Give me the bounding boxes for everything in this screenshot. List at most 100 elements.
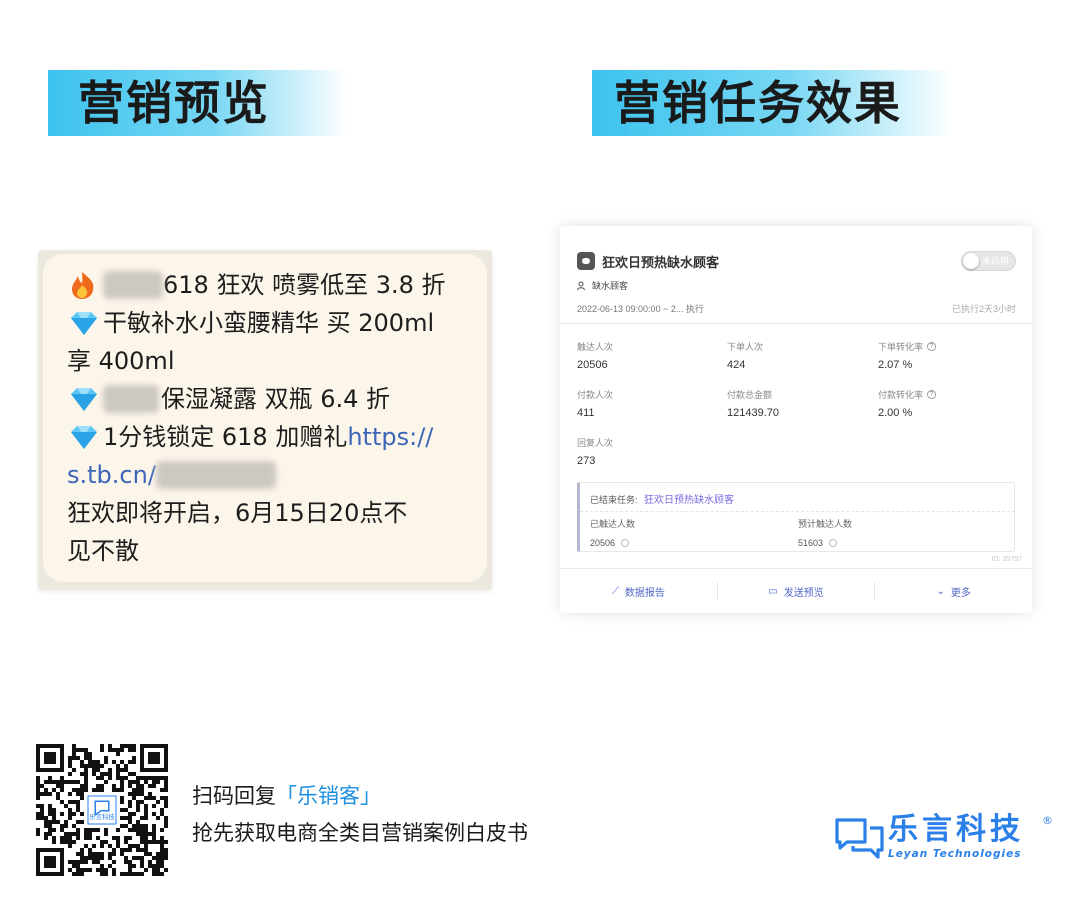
qr-module — [140, 860, 144, 864]
metric-label: 付款转化率 — [878, 390, 924, 400]
section-title-preview: 营销预览 — [78, 76, 270, 130]
qr-module — [112, 788, 116, 792]
qr-module — [160, 852, 164, 856]
qr-module — [100, 868, 104, 872]
qr-module — [68, 764, 72, 768]
ended-expected: 预计触达人数 51603 — [798, 517, 852, 548]
qr-module — [100, 872, 104, 876]
qr-module — [120, 800, 124, 804]
qr-center-label: 乐言科技 — [89, 812, 115, 821]
qr-module — [84, 756, 88, 760]
qr-module — [132, 856, 136, 860]
data-report-button[interactable]: ⟋ 数据报告 — [560, 582, 717, 600]
qr-module — [60, 784, 64, 788]
qr-module — [40, 804, 44, 808]
qr-module — [36, 776, 40, 780]
qr-module — [60, 800, 64, 804]
qr-module — [100, 840, 104, 844]
qr-module — [160, 796, 164, 800]
qr-module — [148, 776, 152, 780]
qr-module — [88, 764, 92, 768]
qr-module — [156, 868, 160, 872]
qr-module — [76, 852, 80, 856]
qr-module — [104, 780, 108, 784]
qr-module — [84, 768, 88, 772]
sms-link[interactable]: s.tb.cn/ — [67, 456, 156, 494]
qr-module — [60, 836, 64, 840]
qr-module — [72, 872, 76, 876]
sms-text: 干敏补水小蛮腰精华 买 200ml — [103, 309, 435, 337]
qr-module — [156, 860, 160, 864]
qr-module — [144, 848, 148, 852]
more-button[interactable]: ⌄ 更多 — [874, 582, 1032, 600]
send-preview-button[interactable]: ▭ 发送预览 — [716, 582, 875, 600]
qr-module — [152, 840, 156, 844]
qr-module — [136, 844, 140, 848]
qr-module — [136, 872, 140, 876]
qr-module — [100, 776, 104, 780]
qr-module — [76, 808, 80, 812]
qr-module — [84, 776, 88, 780]
qr-module — [164, 788, 168, 792]
qr-module — [40, 812, 44, 816]
qr-module — [136, 780, 140, 784]
qr-module — [80, 788, 84, 792]
qr-module — [64, 780, 68, 784]
qr-module — [116, 844, 120, 848]
qr-module — [128, 868, 132, 872]
qr-module — [132, 788, 136, 792]
qr-module — [88, 828, 92, 832]
qr-module — [104, 760, 108, 764]
qr-module — [96, 860, 100, 864]
qr-module — [84, 764, 88, 768]
qr-module — [136, 832, 140, 836]
qr-module — [128, 844, 132, 848]
qr-module — [164, 804, 168, 808]
qr-module — [88, 848, 92, 852]
ended-task-link[interactable]: 狂欢日预热缺水顾客 — [644, 495, 734, 506]
qr-module — [84, 780, 88, 784]
qr-module — [128, 812, 132, 816]
qr-module — [164, 868, 168, 872]
qr-module — [92, 856, 96, 860]
qr-module — [152, 868, 156, 872]
qr-module — [52, 820, 56, 824]
qr-module — [144, 816, 148, 820]
qr-module — [128, 784, 132, 788]
data-report-label: 数据报告 — [624, 587, 665, 599]
qr-module — [132, 796, 136, 800]
sms-link[interactable]: https:// — [347, 418, 433, 456]
qr-module — [128, 772, 132, 776]
qr-module — [36, 828, 40, 832]
qr-module — [124, 836, 128, 840]
qr-module — [120, 872, 124, 876]
qr-module — [52, 828, 56, 832]
qr-module — [120, 780, 124, 784]
help-icon[interactable]: ? — [927, 342, 937, 351]
qr-module — [84, 752, 88, 756]
qr-module — [80, 760, 84, 764]
qr-module — [96, 836, 100, 840]
qr-module — [140, 848, 144, 852]
task-status-toggle[interactable]: 未启用 — [961, 251, 1016, 271]
qr-module — [80, 764, 84, 768]
qr-module — [116, 764, 120, 768]
qr-module — [76, 836, 80, 840]
qr-module — [116, 752, 120, 756]
logo-name: 乐言科技 — [888, 812, 1024, 847]
qr-module — [88, 852, 92, 856]
section-banner-effect: 营销任务效果 — [592, 70, 952, 136]
task-footer: ⟋ 数据报告 ▭ 发送预览 ⌄ 更多 — [560, 568, 1032, 613]
qr-module — [68, 756, 72, 760]
qr-code[interactable]: 乐言科技 — [36, 744, 168, 876]
qr-module — [52, 836, 56, 840]
help-icon[interactable]: ? — [927, 390, 937, 399]
qr-module — [160, 848, 164, 852]
qr-module — [80, 792, 84, 796]
qr-module — [48, 780, 52, 784]
qr-module — [96, 788, 100, 792]
qr-module — [88, 752, 92, 756]
qr-module — [44, 780, 48, 784]
qr-module — [136, 788, 140, 792]
qr-module — [76, 860, 80, 864]
